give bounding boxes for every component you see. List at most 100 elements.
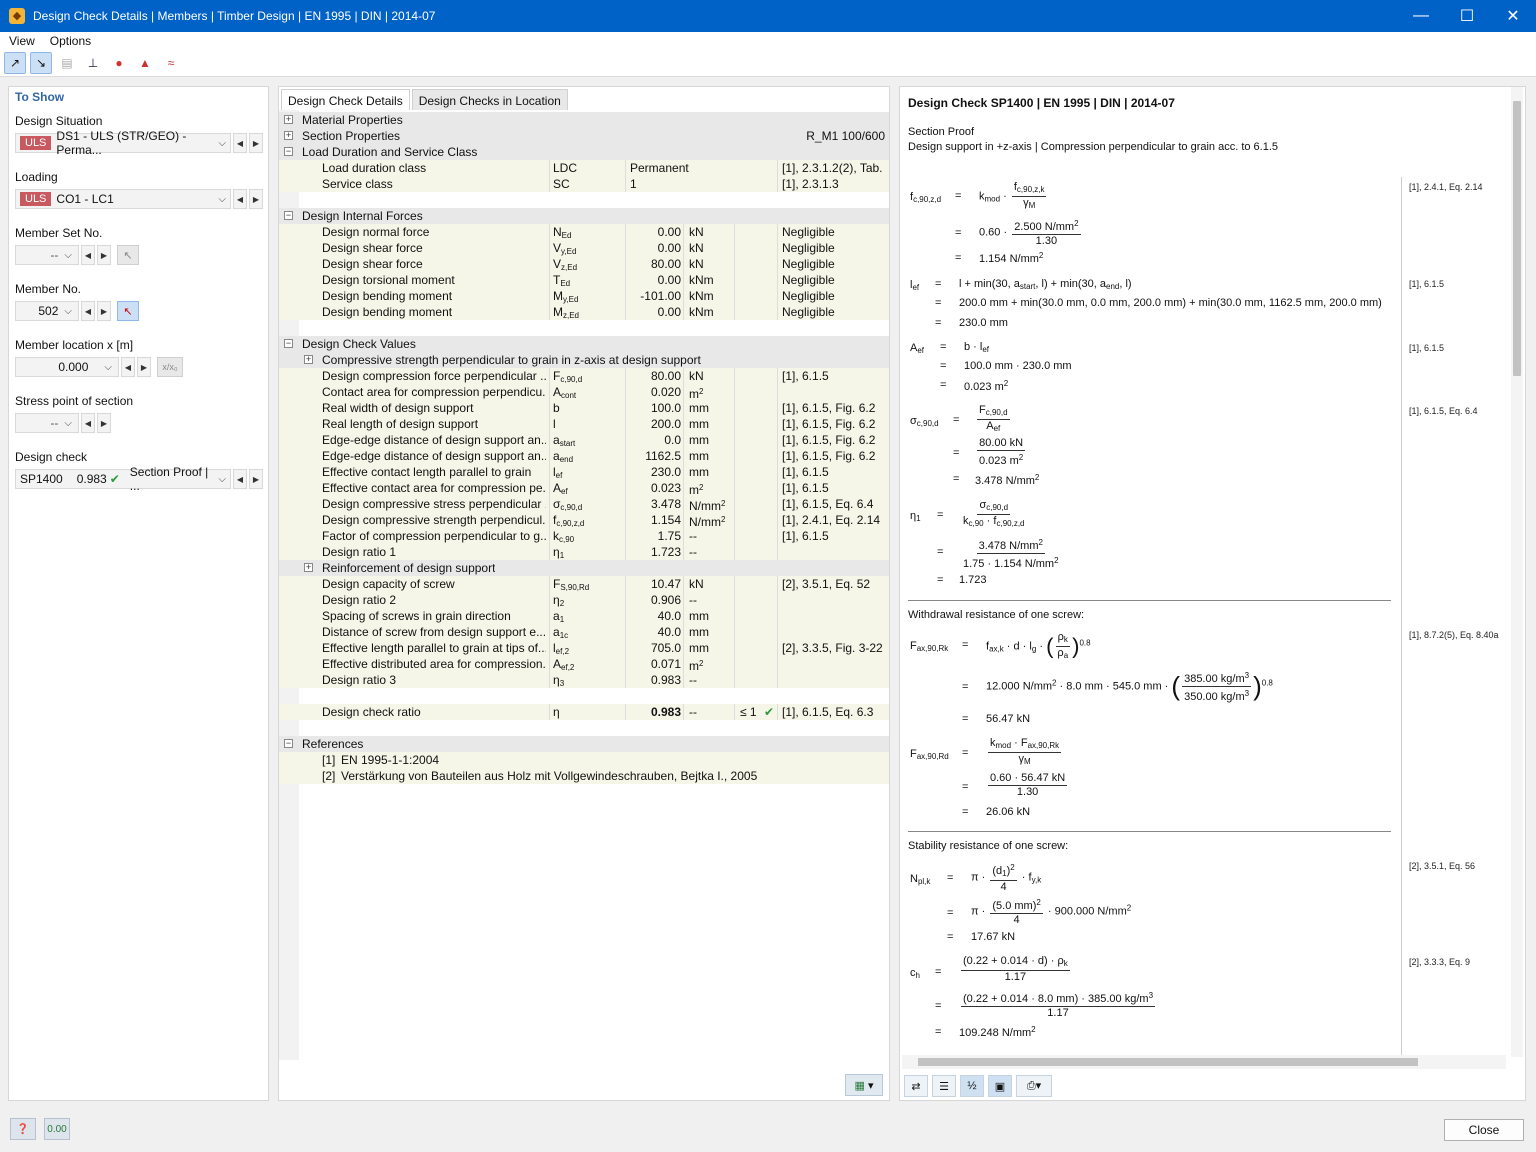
report-list-icon[interactable]: ☰ <box>932 1075 956 1097</box>
table-row[interactable]: Design ratio 1 η1 1.723 -- <box>279 544 889 560</box>
details-panel: Design Check Details Design Checks in Lo… <box>278 86 890 1101</box>
table-row[interactable]: Design capacity of screw FS,90,Rd 10.47 kN [… <box>279 576 889 592</box>
collapse-icon[interactable]: − <box>284 211 293 220</box>
table-row[interactable]: Design check ratio η 0.983 -- ≤ 1 ✔ [1], 6.1.5… <box>279 704 889 720</box>
table-row[interactable]: Real length of design support l 200.0 mm [1]… <box>279 416 889 432</box>
prev-stress-point-button[interactable]: ◀ <box>81 413 95 433</box>
table-row[interactable]: Design bending moment My,Ed -101.00 kNm Negl… <box>279 288 889 304</box>
table-row[interactable]: Effective distributed area for compressi… <box>279 656 889 672</box>
expand-icon[interactable]: + <box>284 115 293 124</box>
prev-location-button[interactable]: ◀ <box>121 357 135 377</box>
tab-design-checks-in-location[interactable]: Design Checks in Location <box>411 89 568 111</box>
row-reference: [1], 6.1.5 <box>782 529 829 543</box>
group-row[interactable]: + Material Properties <box>279 112 889 128</box>
group-row[interactable]: + Section Properties R_M1 100/600 <box>279 128 889 144</box>
report-sync-icon[interactable]: ⇄ <box>904 1075 928 1097</box>
row-reference <box>782 624 886 640</box>
row-reference: [1], 6.1.5, Fig. 6.2 <box>782 401 876 415</box>
row-unit: -- <box>689 705 697 719</box>
prev-check-button[interactable]: ◀ <box>233 469 247 489</box>
group-row[interactable]: − Design Check Values <box>279 336 889 352</box>
table-row[interactable]: Design normal force NEd 0.00 kN Negligible <box>279 224 889 240</box>
report-frame-icon[interactable]: ▣ <box>988 1075 1012 1097</box>
prev-set-button[interactable]: ◀ <box>81 245 95 265</box>
table-row[interactable]: Spacing of screws in grain direction a1 40… <box>279 608 889 624</box>
member-no-select[interactable]: 502 ⌵ <box>15 301 79 321</box>
stress-point-select[interactable]: -- ⌵ <box>15 413 79 433</box>
member-location-select[interactable]: 0.000 ⌵ <box>15 357 119 377</box>
next-loading-button[interactable]: ▶ <box>249 189 263 209</box>
print-icon[interactable]: ⎙▾ <box>1016 1075 1052 1097</box>
table-row[interactable]: Real width of design support b 100.0 mm [1],… <box>279 400 889 416</box>
report-horizontal-scrollbar[interactable] <box>902 1055 1506 1069</box>
subgroup-row[interactable]: + Reinforcement of design support <box>279 560 889 576</box>
expand-icon[interactable]: + <box>304 355 313 364</box>
collapse-icon[interactable]: − <box>284 339 293 348</box>
close-button[interactable]: Close <box>1444 1119 1524 1141</box>
group-row[interactable]: − Load Duration and Service Class <box>279 144 889 160</box>
prev-situation-button[interactable]: ◀ <box>233 133 247 153</box>
member-set-select[interactable]: -- ⌵ <box>15 245 79 265</box>
relative-location-button[interactable]: x/x₀ <box>157 357 183 377</box>
next-set-button[interactable]: ▶ <box>97 245 111 265</box>
maximize-button[interactable]: ☐ <box>1444 0 1490 32</box>
pick-set-icon[interactable]: ↖ <box>117 245 139 265</box>
pick-member-icon[interactable]: ↖ <box>117 301 139 321</box>
table-row[interactable]: Design bending moment Mz,Ed 0.00 kNm Negligi… <box>279 304 889 320</box>
expand-icon[interactable]: + <box>304 563 313 572</box>
units-button[interactable]: 0.00 <box>44 1118 70 1140</box>
table-row[interactable]: Design compression force perpendicular .… <box>279 368 889 384</box>
table-row[interactable]: Design compressive strength perpendicul.… <box>279 512 889 528</box>
export-excel-icon[interactable]: ▦ ▾ <box>845 1074 883 1096</box>
select-pointer-icon[interactable]: ↗ <box>4 52 26 74</box>
prev-member-button[interactable]: ◀ <box>81 301 95 321</box>
minimize-button[interactable]: — <box>1398 0 1444 32</box>
table-row[interactable]: Edge-edge distance of design support an.… <box>279 432 889 448</box>
next-member-button[interactable]: ▶ <box>97 301 111 321</box>
help-icon[interactable]: ❓ <box>10 1118 36 1140</box>
collapse-icon[interactable]: − <box>284 147 293 156</box>
subgroup-row[interactable]: + Compressive strength perpendicular to g… <box>279 352 889 368</box>
table-row[interactable]: Contact area for compression perpendicu.… <box>279 384 889 400</box>
table-row[interactable]: Effective length parallel to grain at ti… <box>279 640 889 656</box>
colored-results-icon[interactable]: ● <box>108 52 130 74</box>
table-icon[interactable]: ▤ <box>56 52 78 74</box>
expand-icon[interactable]: + <box>284 131 293 140</box>
table-row[interactable]: Effective contact area for compression p… <box>279 480 889 496</box>
info-marker-icon[interactable]: ▲ <box>134 52 156 74</box>
design-situation-select[interactable]: ULS DS1 - ULS (STR/GEO) - Perma... ⌵ <box>15 129 231 157</box>
tab-design-check-details[interactable]: Design Check Details <box>281 89 410 111</box>
member-location-value: 0.000 <box>58 360 89 374</box>
collapse-icon[interactable]: − <box>284 739 293 748</box>
menu-options[interactable]: Options <box>41 34 91 48</box>
table-row[interactable]: Service class SC 1 [1], 2.3.1.3 <box>279 176 889 192</box>
close-window-button[interactable]: ✕ <box>1490 0 1536 32</box>
table-row[interactable]: Design shear force Vz,Ed 80.00 kN Negligible <box>279 256 889 272</box>
table-row[interactable]: Effective contact length parallel to gra… <box>279 464 889 480</box>
select-member-icon[interactable]: ↘ <box>30 52 52 74</box>
diagram-icon[interactable]: ≈ <box>160 52 182 74</box>
member-icon[interactable]: ⊥ <box>82 52 104 74</box>
table-row[interactable]: Design ratio 2 η2 0.906 -- <box>279 592 889 608</box>
next-stress-point-button[interactable]: ▶ <box>97 413 111 433</box>
table-row[interactable]: Design compressive stress perpendicular … <box>279 496 889 512</box>
table-row[interactable]: Design shear force Vy,Ed 0.00 kN Negligible <box>279 240 889 256</box>
table-row[interactable]: Load duration class LDC Permanent [1], 2.3.… <box>279 160 889 176</box>
next-location-button[interactable]: ▶ <box>137 357 151 377</box>
table-row[interactable]: Design ratio 3 η3 0.983 -- <box>279 672 889 688</box>
table-row[interactable]: Distance of screw from design support e.… <box>279 624 889 640</box>
group-row[interactable]: − References <box>279 736 889 752</box>
table-row[interactable]: Edge-edge distance of design support an.… <box>279 448 889 464</box>
table-row[interactable]: Factor of compression perpendicular to g… <box>279 528 889 544</box>
eq-sign: = <box>935 1000 942 1012</box>
table-row[interactable]: Design torsional moment TEd 0.00 kNm Negligi… <box>279 272 889 288</box>
prev-loading-button[interactable]: ◀ <box>233 189 247 209</box>
report-formula-icon[interactable]: ½ <box>960 1075 984 1097</box>
next-situation-button[interactable]: ▶ <box>249 133 263 153</box>
next-check-button[interactable]: ▶ <box>249 469 263 489</box>
loading-select[interactable]: ULS CO1 - LC1 ⌵ <box>15 189 231 209</box>
design-check-select[interactable]: SP1400 0.983 ✔ Section Proof | ... ⌵ <box>15 465 231 493</box>
group-row[interactable]: − Design Internal Forces <box>279 208 889 224</box>
report-vertical-scrollbar[interactable] <box>1511 87 1523 1057</box>
menu-view[interactable]: View <box>0 34 35 48</box>
